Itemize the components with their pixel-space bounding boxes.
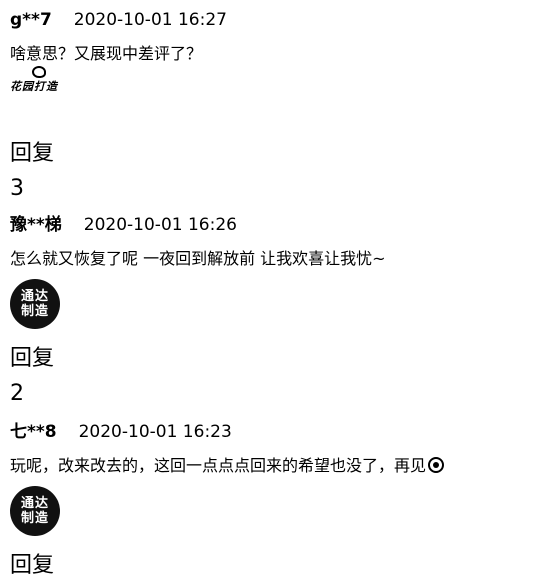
timestamp: 2020-10-01 16:23 xyxy=(78,422,232,442)
reply-count: 2 xyxy=(10,381,24,406)
timestamp: 2020-10-01 16:27 xyxy=(73,10,227,30)
swirl-icon xyxy=(32,66,46,78)
comment-meta: 七**8 2020-10-01 16:23 xyxy=(10,420,232,444)
reply-count: 3 xyxy=(10,176,24,201)
username[interactable]: 七**8 xyxy=(10,422,57,442)
avatar-badge[interactable]: 通达 制造 xyxy=(10,486,60,536)
username[interactable]: g**7 xyxy=(10,10,52,30)
reply-button[interactable]: 回复 xyxy=(10,345,54,373)
badge-line: 制造 xyxy=(20,304,49,319)
timestamp: 2020-10-01 16:26 xyxy=(83,215,237,235)
comment-text-content: 玩呢，改来改去的，这回一点点点回来的希望也没了，再见 xyxy=(10,456,427,475)
logo-text: 花园打造 xyxy=(10,80,58,93)
avatar-logo[interactable]: 花园打造 xyxy=(10,66,86,106)
comment-meta: 豫**梯 2020-10-01 16:26 xyxy=(10,213,237,237)
comment-text: 玩呢，改来改去的，这回一点点点回来的希望也没了，再见 xyxy=(10,454,445,478)
username[interactable]: 豫**梯 xyxy=(10,215,62,235)
reply-button[interactable]: 回复 xyxy=(10,140,54,168)
wave-emoji-icon xyxy=(428,457,445,473)
badge-line: 通达 xyxy=(20,289,49,304)
comment-meta: g**7 2020-10-01 16:27 xyxy=(10,8,227,32)
comment-text: 啥意思？又展现中差评了？ xyxy=(10,44,203,63)
reply-button[interactable]: 回复 xyxy=(10,552,54,580)
badge-line: 通达 xyxy=(20,496,49,511)
badge-line: 制造 xyxy=(20,511,49,526)
comment-text: 怎么就又恢复了呢 一夜回到解放前 让我欢喜让我忧~ xyxy=(10,249,386,268)
avatar-badge[interactable]: 通达 制造 xyxy=(10,279,60,329)
